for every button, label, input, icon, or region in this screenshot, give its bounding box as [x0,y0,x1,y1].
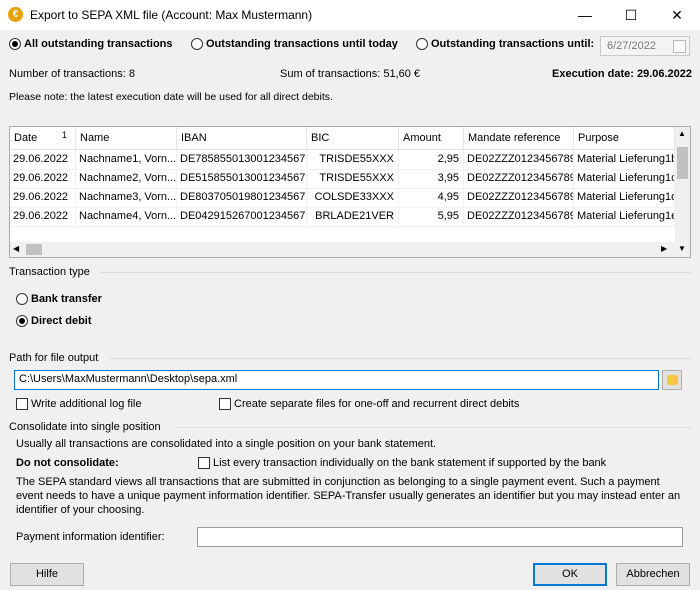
horizontal-scroll-thumb[interactable] [26,244,42,255]
separate-files-checkbox[interactable] [219,398,231,410]
euro-coin-icon: € [8,7,23,22]
table-vertical-scrollbar[interactable]: ▲ [675,127,690,243]
table-row[interactable]: 29.06.2022 Nachname3, Vorn... DE8037050198… [10,188,676,208]
table-cell: DE02ZZZ01234567893 [464,188,574,207]
direct-debit-label[interactable]: Direct debit [31,315,92,327]
table-horizontal-scrollbar[interactable]: ◀ ▶ ▼ [10,242,690,257]
table-cell: Material Lieferung1e [574,207,675,226]
table-cell: COLSDE33XXX [307,188,399,207]
transaction-sum: Sum of transactions: 51,60 € [280,68,421,80]
table-cell: Material Lieferung1b [574,150,675,169]
execution-date: Execution date: 29.06.2022 [552,68,693,80]
table-cell: 29.06.2022 [10,207,76,226]
until-date-value: 6/27/2022 [607,40,656,52]
direct-debit-radio[interactable] [16,315,28,327]
col-iban[interactable]: IBAN [177,127,307,149]
table-cell: DE02ZZZ01234567894 [464,207,574,226]
all-transactions-radio[interactable] [9,38,21,50]
maximize-button[interactable]: ☐ [608,0,654,30]
col-bic[interactable]: BIC [307,127,399,149]
table-cell: 29.06.2022 [10,150,76,169]
consolidate-description: The SEPA standard views all transactions… [16,476,681,516]
until-date-radio[interactable] [416,38,428,50]
table-cell: BRLADE21VER [307,207,399,226]
col-date[interactable]: Date 1 [10,127,76,149]
divider [110,358,691,359]
scroll-left-icon[interactable]: ◀ [13,244,19,253]
table-header: Date 1 Name IBAN BIC Amount Mandate refe… [10,127,690,150]
col-mandate[interactable]: Mandate reference [464,127,574,149]
close-button[interactable]: ✕ [654,0,700,30]
consolidate-label: Consolidate into single position [9,421,161,433]
table-cell: DE78585501300123456790 [177,150,307,169]
table-cell: DE51585501300123456791 [177,169,307,188]
table-cell: DE02ZZZ01234567892 [464,169,574,188]
table-cell: DE02ZZZ01234567891 [464,150,574,169]
table-cell: Nachname2, Vorn... [76,169,177,188]
write-log-label[interactable]: Write additional log file [31,398,141,410]
table-row[interactable]: 29.06.2022 Nachname2, Vorn... DE5158550130… [10,169,676,189]
execution-note: Please note: the latest execution date w… [9,91,333,103]
cancel-button[interactable]: Abbrechen [616,563,690,586]
until-today-label[interactable]: Outstanding transactions until today [206,38,398,50]
col-purpose[interactable]: Purpose [574,127,675,149]
do-not-consolidate-label: Do not consolidate: [16,457,119,469]
table-cell: DE80370501980123456792 [177,188,307,207]
table-cell: 4,95 [399,188,464,207]
help-button[interactable]: Hilfe [10,563,84,586]
sort-indicator: 1 [62,130,68,140]
col-amount[interactable]: Amount [399,127,464,149]
table-cell: TRISDE55XXX [307,150,399,169]
table-cell: 2,95 [399,150,464,169]
write-log-checkbox[interactable] [16,398,28,410]
output-path-input[interactable]: C:\Users\MaxMustermann\Desktop\sepa.xml [14,370,659,390]
table-row[interactable]: 29.06.2022 Nachname1, Vorn... DE7858550130… [10,150,676,170]
output-path-label: Path for file output [9,352,99,364]
table-cell: Material Lieferung1d [574,188,675,207]
payment-identifier-input[interactable] [197,527,683,547]
table-cell: 29.06.2022 [10,188,76,207]
scroll-down-icon[interactable]: ▼ [678,244,686,253]
vertical-scroll-thumb[interactable] [677,147,688,179]
window-title: Export to SEPA XML file (Account: Max Mu… [30,8,313,22]
bank-transfer-label[interactable]: Bank transfer [31,293,102,305]
divider [175,427,691,428]
list-each-label[interactable]: List every transaction individually on t… [213,457,606,469]
separate-files-label[interactable]: Create separate files for one-off and re… [234,398,519,410]
list-each-checkbox[interactable] [198,457,210,469]
table-cell: 29.06.2022 [10,169,76,188]
minimize-button[interactable]: — [562,0,608,30]
consolidate-info: Usually all transactions are consolidate… [16,438,437,450]
title-bar: € Export to SEPA XML file (Account: Max … [0,0,700,30]
table-cell: Material Lieferung1c [574,169,675,188]
until-today-radio[interactable] [191,38,203,50]
scroll-right-icon[interactable]: ▶ [661,244,667,253]
calendar-dropdown-icon[interactable] [673,40,686,53]
table-cell: TRISDE55XXX [307,169,399,188]
divider [100,272,691,273]
ok-button[interactable]: OK [533,563,607,586]
all-transactions-label[interactable]: All outstanding transactions [24,38,173,50]
table-cell: Nachname3, Vorn... [76,188,177,207]
bank-transfer-radio[interactable] [16,293,28,305]
folder-icon [667,375,678,385]
table-cell: 3,95 [399,169,464,188]
identifier-label: Payment information identifier: [16,531,165,543]
until-date-label[interactable]: Outstanding transactions until: [431,38,594,50]
table-cell: DE04291526700123456793 [177,207,307,226]
table-cell: Nachname4, Vorn... [76,207,177,226]
scroll-up-icon[interactable]: ▲ [678,129,686,138]
browse-folder-button[interactable] [662,370,682,390]
transaction-type-label: Transaction type [9,266,90,278]
col-name[interactable]: Name [76,127,177,149]
until-date-picker[interactable]: 6/27/2022 [600,36,690,56]
transactions-table[interactable]: Date 1 Name IBAN BIC Amount Mandate refe… [9,126,691,258]
table-cell: 5,95 [399,207,464,226]
transaction-count: Number of transactions: 8 [9,68,135,80]
table-row[interactable]: 29.06.2022 Nachname4, Vorn... DE0429152670… [10,207,676,227]
table-cell: Nachname1, Vorn... [76,150,177,169]
